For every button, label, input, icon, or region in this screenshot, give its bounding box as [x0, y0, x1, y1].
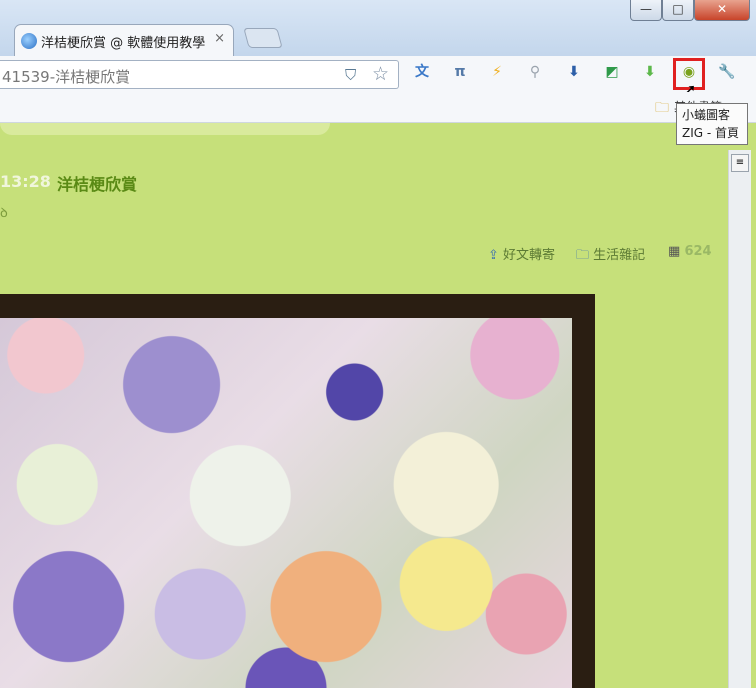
page-action-icon[interactable]: ⛉ [345, 66, 356, 84]
share-label[interactable]: 好文轉寄 [503, 248, 555, 263]
post-subtitle: ꝺ [0, 206, 8, 221]
extension-tooltip: 小蟻圖客 ZIG - 首頁 [676, 103, 748, 145]
browser-tab[interactable]: 洋桔梗欣賞 @ 軟體使用教學 × [14, 24, 234, 57]
view-count-value: 624 [684, 244, 712, 259]
green-arrow-icon[interactable]: ⬇ [639, 61, 661, 83]
folder-category-icon: 🗀 [576, 248, 590, 263]
tooltip-line-2: ZIG - 首頁 [682, 126, 740, 140]
category-label[interactable]: 生活雜記 [593, 248, 645, 263]
close-window-button[interactable]: ✕ [694, 0, 750, 21]
address-bar[interactable]: 41539-洋桔梗欣賞 ⛉ ☆ [0, 60, 399, 89]
view-count: ▦ 624 [668, 244, 712, 259]
lightning-icon[interactable]: ⚡ [486, 61, 508, 83]
flower-collage-image[interactable] [0, 318, 572, 688]
minimize-button[interactable]: — [630, 0, 662, 21]
title-bar: — □ ✕ 洋桔梗欣賞 @ 軟體使用教學 × [0, 0, 756, 57]
bookmark-star-icon[interactable]: ☆ [372, 63, 389, 85]
vertical-scrollbar[interactable]: ≡ [728, 150, 751, 688]
header-decoration [0, 123, 330, 135]
tooltip-line-1: 小蟻圖客 [682, 108, 731, 122]
translate-icon[interactable]: 文 [411, 61, 433, 83]
category-link[interactable]: 🗀 生活雜記 [576, 244, 645, 268]
pi-icon[interactable]: π [449, 61, 471, 83]
download-icon[interactable]: ⬇ [563, 61, 585, 83]
bookmark-bar: 🗀 其他書籤 [0, 92, 756, 123]
maximize-button[interactable]: □ [662, 0, 694, 21]
search-icon[interactable]: ⚲ [524, 61, 546, 83]
new-tab-button[interactable] [243, 28, 283, 48]
tab-close-icon[interactable]: × [214, 31, 225, 46]
wrench-icon[interactable]: 🔧 [716, 61, 738, 83]
scroll-menu-icon[interactable]: ≡ [731, 154, 749, 172]
url-text[interactable]: 41539-洋桔梗欣賞 [2, 66, 130, 87]
post-time: 13:28 [0, 172, 51, 191]
site-favicon-icon [21, 33, 37, 49]
share-icon: ⇪ [488, 248, 499, 263]
post-title[interactable]: 洋桔梗欣賞 [57, 171, 137, 195]
counter-icon: ▦ [668, 244, 681, 259]
color-picker-icon[interactable]: ◩ [601, 61, 623, 83]
share-link[interactable]: ⇪ 好文轉寄 [488, 244, 555, 263]
tab-title: 洋桔梗欣賞 @ 軟體使用教學 [41, 36, 206, 51]
folder-icon: 🗀 [655, 100, 669, 116]
